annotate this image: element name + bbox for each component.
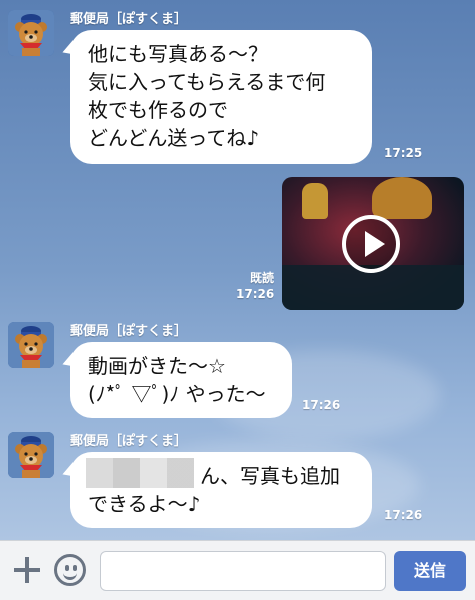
sender-avatar[interactable] bbox=[8, 10, 54, 56]
bear-mascot-icon bbox=[8, 322, 54, 368]
smiley-mouth bbox=[63, 569, 77, 580]
bubble-tail bbox=[59, 352, 79, 372]
smiley-icon[interactable] bbox=[54, 554, 86, 586]
message-line: どんどん送ってね♪ bbox=[88, 126, 260, 150]
message-timestamp: 17:26 bbox=[302, 398, 341, 412]
message-timestamp: 17:25 bbox=[384, 146, 423, 160]
read-label: 既読 bbox=[249, 271, 274, 285]
redacted-name bbox=[86, 458, 194, 488]
video-scene-ornament bbox=[372, 177, 432, 219]
send-button[interactable]: 送信 bbox=[394, 551, 466, 591]
video-thumbnail[interactable] bbox=[282, 177, 464, 310]
sender-avatar[interactable] bbox=[8, 322, 54, 368]
bubble-tail bbox=[59, 462, 79, 482]
sender-name: 郵便局［ぽすくま］ bbox=[70, 12, 188, 27]
incoming-message-bubble[interactable]: 他にも写真ある〜？ 気に入ってもらえるまで何 枚でも作るので どんどん送ってね♪ bbox=[59, 30, 372, 164]
message-timestamp: 17:26 bbox=[384, 508, 423, 522]
message-input[interactable] bbox=[100, 551, 386, 591]
message-line: できるよ〜♪ bbox=[88, 492, 201, 516]
message-line: (ﾉ*ﾟ ▽ﾟ)ﾉ やった〜 bbox=[88, 382, 266, 406]
message-line: 気に入ってもらえるまで何 bbox=[88, 70, 326, 94]
sender-avatar[interactable] bbox=[8, 432, 54, 478]
sender-name: 郵便局［ぽすくま］ bbox=[70, 434, 188, 449]
sender-name: 郵便局［ぽすくま］ bbox=[70, 324, 188, 339]
read-status: 既読 17:26 bbox=[236, 270, 274, 302]
video-scene-ornament bbox=[302, 183, 328, 219]
message-timestamp: 17:26 bbox=[236, 287, 275, 301]
play-icon[interactable] bbox=[342, 215, 400, 273]
plus-icon[interactable] bbox=[12, 555, 42, 585]
bear-mascot-icon bbox=[8, 10, 54, 56]
chat-area[interactable]: 郵便局［ぽすくま］ 他にも写真ある〜？ 気に入ってもらえるまで何 枚でも作るので… bbox=[0, 0, 475, 540]
message-input-bar: 送信 bbox=[0, 540, 475, 600]
incoming-message-bubble[interactable]: 動画がきた〜☆ (ﾉ*ﾟ ▽ﾟ)ﾉ やった〜 bbox=[59, 342, 292, 418]
bubble-tail bbox=[59, 40, 79, 60]
bear-mascot-icon bbox=[8, 432, 54, 478]
message-line: 動画がきた〜☆ bbox=[88, 354, 226, 378]
message-line: 他にも写真ある〜？ bbox=[88, 42, 268, 66]
message-line: 枚でも作るので bbox=[88, 98, 228, 122]
